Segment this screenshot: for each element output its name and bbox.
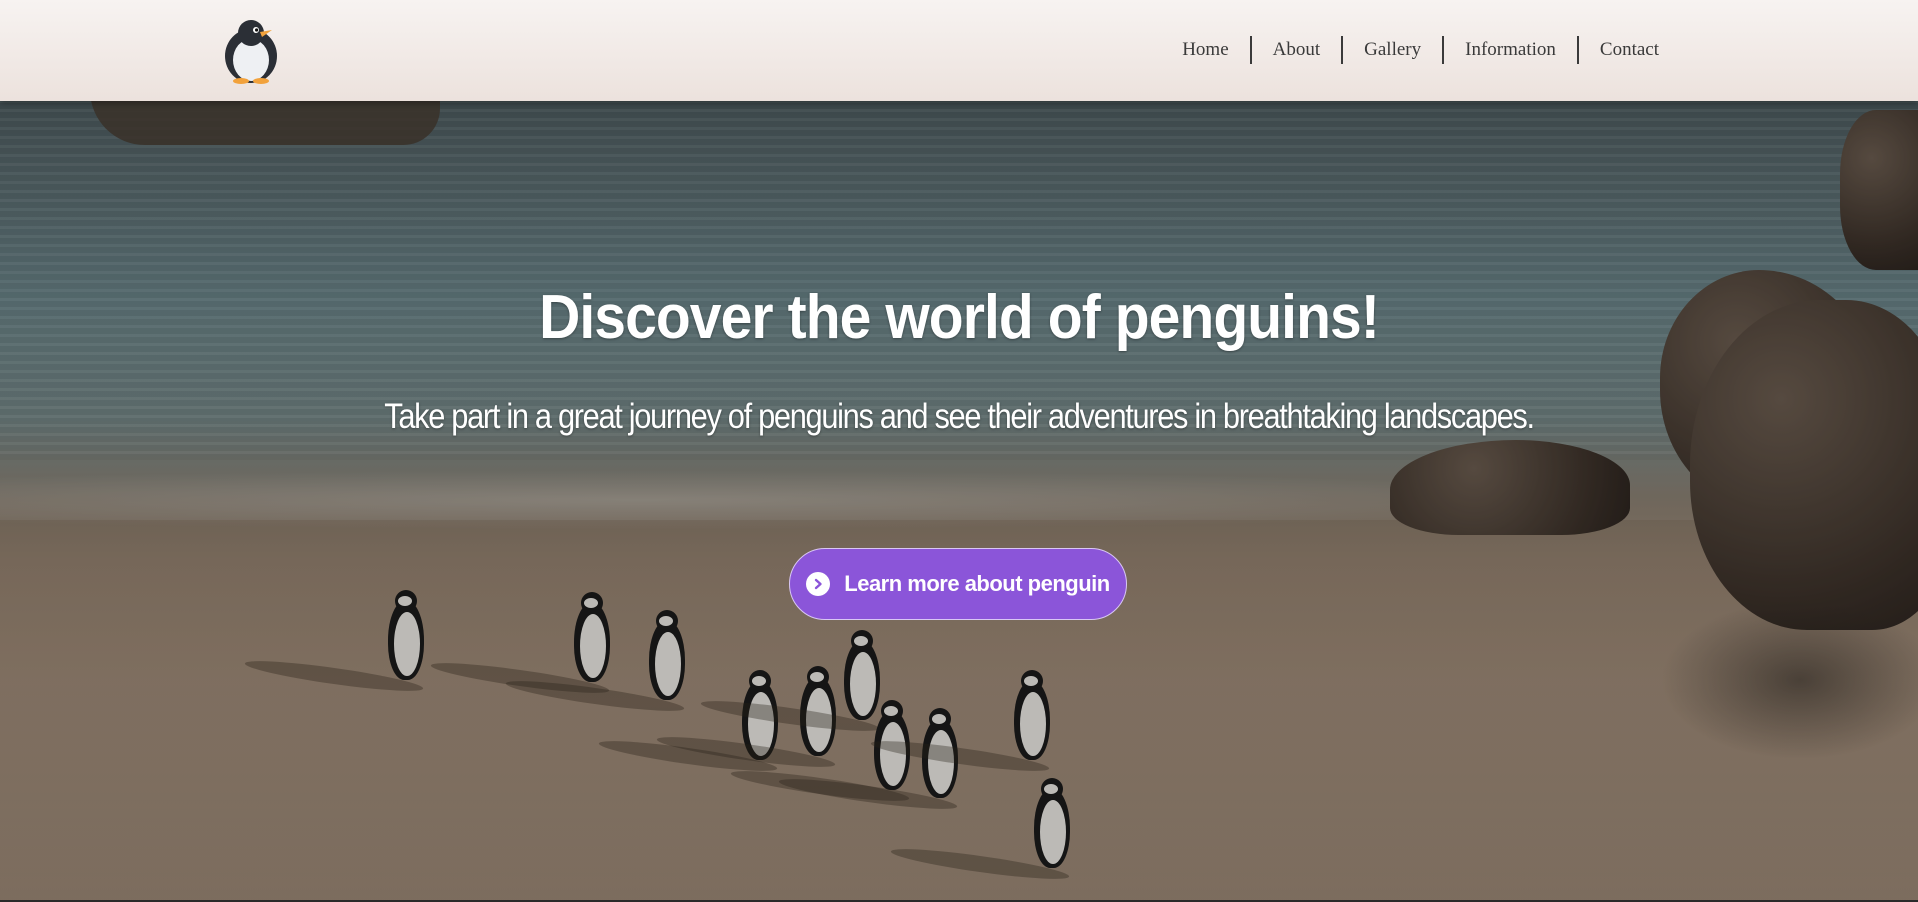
penguin-logo-icon[interactable] [220,16,282,84]
hero-subtitle: Take part in a great journey of penguins… [384,397,1535,436]
nav-information-link[interactable]: Information [1444,34,1577,66]
main-nav: Home About Gallery Information Contact [1161,34,1680,66]
hero-overlay [0,0,1918,900]
nav-home-link[interactable]: Home [1161,34,1249,66]
nav-about-link[interactable]: About [1252,34,1342,66]
site-header: Home About Gallery Information Contact [0,0,1918,101]
nav-contact-link[interactable]: Contact [1579,34,1680,66]
hero-background-image [0,0,1918,900]
page: Home About Gallery Information Contact D… [0,0,1918,902]
learn-more-button[interactable]: Learn more about penguin [789,548,1127,620]
chevron-right-circle-icon [806,572,831,596]
nav-gallery-link[interactable]: Gallery [1343,34,1442,66]
hero-title: Discover the world of penguins! [539,283,1380,352]
learn-more-label: Learn more about penguin [844,571,1110,596]
